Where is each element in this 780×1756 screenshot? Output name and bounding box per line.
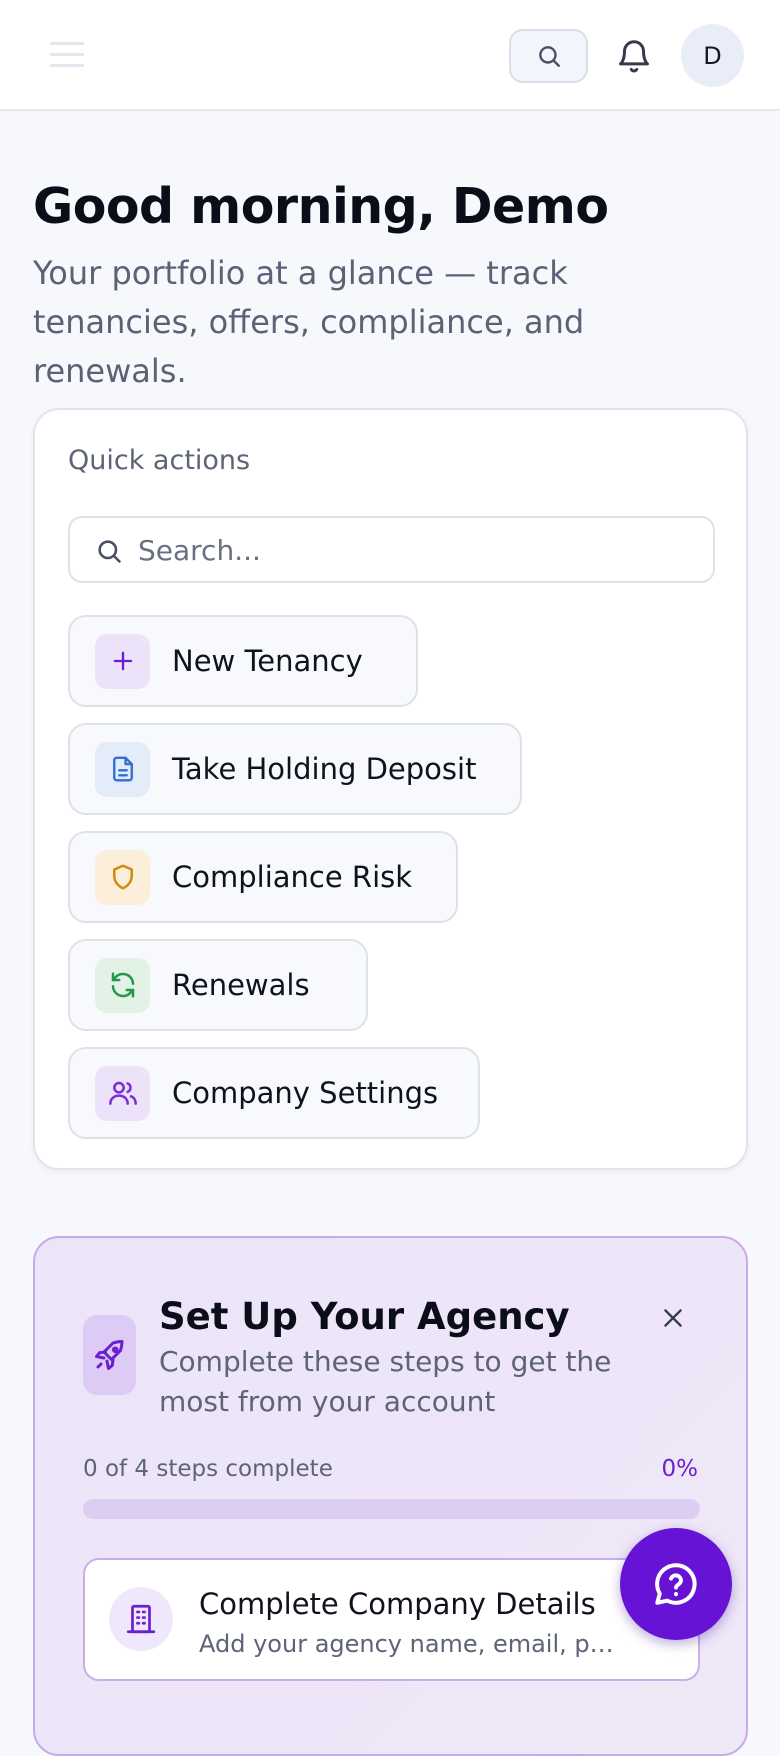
compliance-risk-button[interactable]: Compliance Risk: [68, 831, 458, 923]
setup-description: Complete these steps to get the most fro…: [159, 1345, 612, 1418]
shield-icon: [95, 849, 150, 905]
bell-icon: [619, 40, 649, 73]
action-label: Renewals: [172, 968, 310, 1002]
take-holding-deposit-button[interactable]: Take Holding Deposit: [68, 723, 522, 815]
company-settings-button[interactable]: Company Settings: [68, 1047, 480, 1139]
quick-actions-title: Quick actions: [68, 445, 251, 476]
menu-icon[interactable]: [50, 42, 84, 70]
page-subtitle: Your portfolio at a glance — track tenan…: [33, 254, 585, 390]
refresh-icon: [95, 957, 150, 1013]
action-label: Company Settings: [172, 1076, 439, 1110]
plus-icon: [95, 633, 150, 689]
setup-agency-card: Set Up Your Agency Complete these steps …: [33, 1236, 748, 1756]
action-label: Take Holding Deposit: [172, 752, 477, 786]
search-button[interactable]: [509, 29, 588, 83]
steps-progress-percent: 0%: [661, 1456, 699, 1482]
top-bar: D: [0, 0, 780, 111]
quick-actions-search: [68, 516, 715, 583]
search-input[interactable]: [138, 530, 698, 570]
building-icon: [109, 1587, 173, 1651]
setup-progress-bar: [83, 1499, 700, 1519]
avatar[interactable]: D: [681, 24, 744, 87]
notifications-button[interactable]: [610, 32, 658, 80]
users-icon: [95, 1065, 150, 1121]
quick-actions-card: Quick actions New Tenancy Take Holding D…: [33, 408, 748, 1170]
search-icon: [98, 540, 121, 563]
step-complete-company-details[interactable]: Complete Company Details Add your agency…: [83, 1558, 700, 1681]
new-tenancy-button[interactable]: New Tenancy: [68, 615, 418, 707]
action-label: New Tenancy: [172, 644, 363, 678]
close-icon[interactable]: [655, 1300, 691, 1336]
steps-progress-text: 0 of 4 steps complete: [83, 1456, 333, 1482]
document-icon: [95, 741, 150, 797]
help-chat-icon: [655, 1563, 697, 1605]
step-title: Complete Company Details: [199, 1587, 596, 1621]
search-icon: [538, 46, 560, 67]
help-button[interactable]: [620, 1528, 732, 1640]
renewals-button[interactable]: Renewals: [68, 939, 368, 1031]
action-label: Compliance Risk: [172, 860, 413, 894]
rocket-icon: [83, 1315, 136, 1395]
setup-title: Set Up Your Agency: [159, 1295, 570, 1338]
step-subtitle: Add your agency name, email, phone and a…: [199, 1630, 619, 1658]
page-title: Good morning, Demo: [33, 178, 609, 235]
